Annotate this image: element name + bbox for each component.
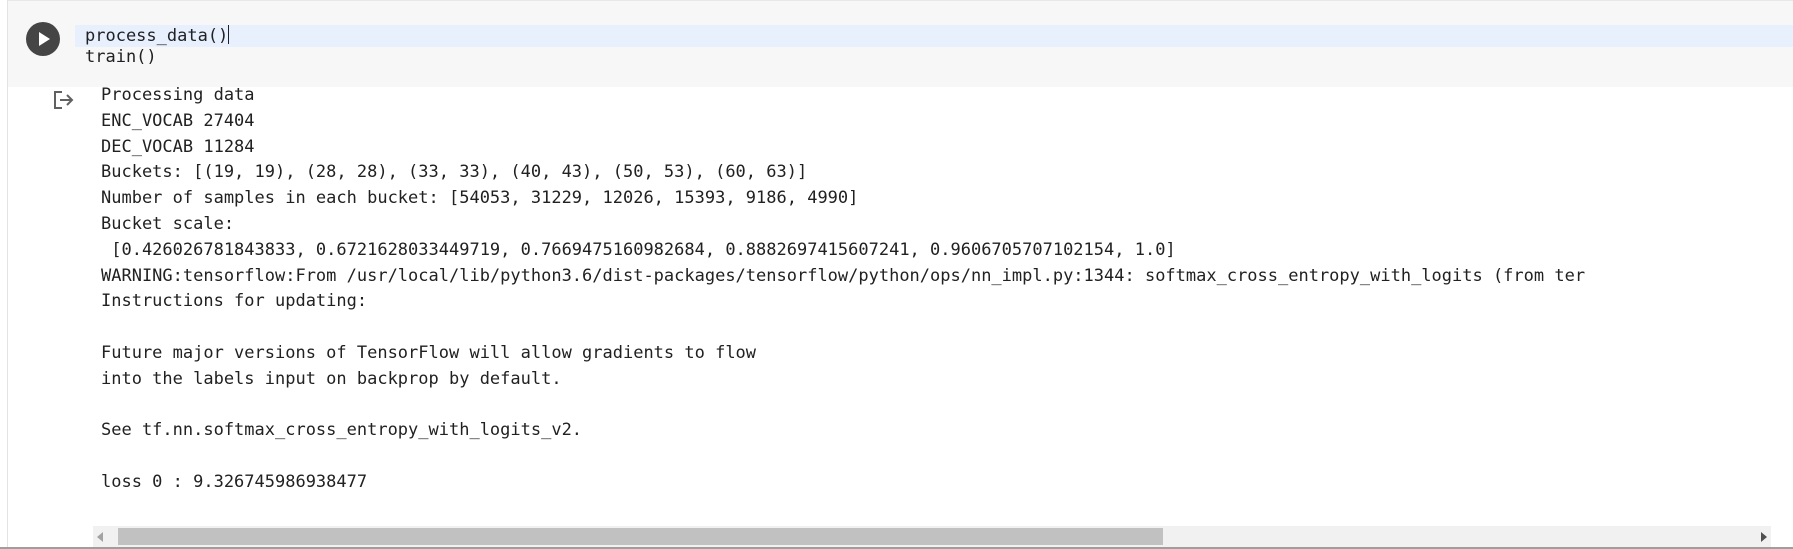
scroll-right-arrow-icon[interactable] <box>1761 532 1767 542</box>
output-line: Processing data <box>101 85 255 105</box>
play-icon <box>39 32 50 46</box>
active-line-highlight <box>75 25 1793 47</box>
output-line: loss 0 : 9.326745986938477 <box>101 472 368 492</box>
code-line-1[interactable]: process_data() <box>85 25 230 47</box>
cell-output: Processing data ENC_VOCAB 27404 DEC_VOCAB … <box>101 84 1793 518</box>
output-line: Instructions for updating: <box>101 291 368 311</box>
output-line: ENC_VOCAB 27404 <box>101 111 255 131</box>
output-line: Future major versions of TensorFlow will… <box>101 343 757 363</box>
run-cell-button[interactable] <box>20 16 66 62</box>
output-line: WARNING:tensorflow:From /usr/local/lib/p… <box>101 266 1586 286</box>
text-cursor <box>228 25 230 44</box>
scroll-thumb[interactable] <box>118 528 1163 545</box>
code-editor[interactable]: process_data() train() <box>75 25 1793 71</box>
scroll-left-arrow-icon[interactable] <box>97 532 103 542</box>
horizontal-scrollbar[interactable] <box>93 526 1771 547</box>
output-redirect-icon[interactable] <box>52 88 78 112</box>
output-line: DEC_VOCAB 11284 <box>101 137 255 157</box>
code-line-1-text: process_data() <box>85 26 229 46</box>
output-line: Bucket scale: <box>101 214 235 234</box>
output-line: [0.426026781843833, 0.6721628033449719, … <box>101 240 1176 260</box>
output-line: into the labels input on backprop by def… <box>101 369 562 389</box>
output-line: See tf.nn.softmax_cross_entropy_with_log… <box>101 420 583 440</box>
code-cell[interactable]: process_data() train() <box>8 0 1793 87</box>
output-line: Number of samples in each bucket: [54053… <box>101 188 859 208</box>
code-line-2[interactable]: train() <box>85 46 157 68</box>
output-line: Buckets: [(19, 19), (28, 28), (33, 33), … <box>101 162 808 182</box>
